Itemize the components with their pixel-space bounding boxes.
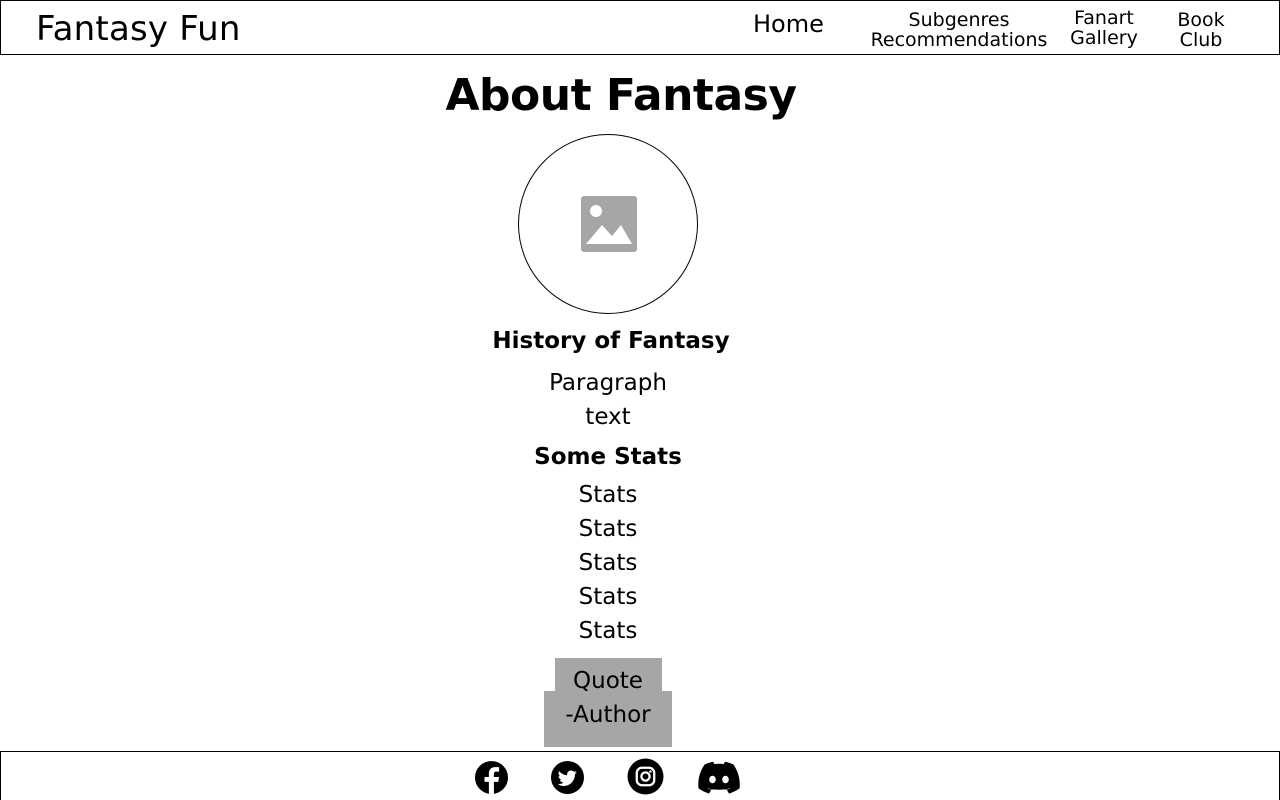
nav-book-label-line2: Club bbox=[1179, 29, 1223, 51]
site-brand[interactable]: Fantasy Fun bbox=[36, 9, 241, 49]
quote-author: -Author bbox=[565, 702, 651, 728]
history-heading: History of Fantasy bbox=[492, 328, 730, 354]
history-paragraph-line2: text bbox=[585, 404, 631, 430]
nav-home[interactable]: Home bbox=[753, 11, 824, 37]
hero-image-frame bbox=[518, 134, 698, 314]
stats-item: Stats bbox=[578, 482, 638, 508]
facebook-icon bbox=[474, 760, 509, 795]
stats-item: Stats bbox=[578, 550, 638, 576]
nav-home-label: Home bbox=[753, 10, 824, 38]
quote-text: Quote bbox=[573, 668, 643, 694]
history-paragraph: Paragraph text bbox=[458, 366, 758, 434]
top-nav-bar: Fantasy Fun Home Subgenres Recommendatio… bbox=[0, 0, 1280, 55]
instagram-icon bbox=[627, 758, 664, 795]
stats-list: Stats Stats Stats Stats Stats bbox=[508, 478, 708, 648]
twitter-link[interactable] bbox=[550, 760, 585, 795]
nav-fanart-label-line1: Fanart bbox=[1074, 7, 1134, 29]
nav-book-label-line1: Book bbox=[1177, 9, 1225, 31]
nav-fanart-label-line2: Gallery bbox=[1070, 27, 1138, 49]
nav-subgenres-recommendations[interactable]: Subgenres Recommendations bbox=[861, 10, 1057, 50]
nav-fanart-gallery[interactable]: Fanart Gallery bbox=[1065, 8, 1143, 48]
discord-icon bbox=[698, 761, 740, 794]
instagram-link[interactable] bbox=[627, 758, 664, 795]
stats-item: Stats bbox=[578, 584, 638, 610]
twitter-icon bbox=[550, 760, 585, 795]
site-footer bbox=[0, 751, 1280, 800]
discord-link[interactable] bbox=[698, 760, 740, 796]
stats-item: Stats bbox=[578, 618, 638, 644]
stats-heading: Some Stats bbox=[534, 444, 682, 470]
page-title: About Fantasy bbox=[445, 70, 797, 121]
history-paragraph-line1: Paragraph bbox=[549, 370, 667, 396]
nav-subgenres-label-line1: Subgenres bbox=[908, 9, 1010, 31]
nav-subgenres-label-line2: Recommendations bbox=[870, 29, 1048, 51]
stats-item: Stats bbox=[578, 516, 638, 542]
facebook-link[interactable] bbox=[474, 760, 509, 795]
nav-book-club[interactable]: Book Club bbox=[1167, 10, 1235, 50]
image-placeholder-icon bbox=[581, 196, 637, 252]
